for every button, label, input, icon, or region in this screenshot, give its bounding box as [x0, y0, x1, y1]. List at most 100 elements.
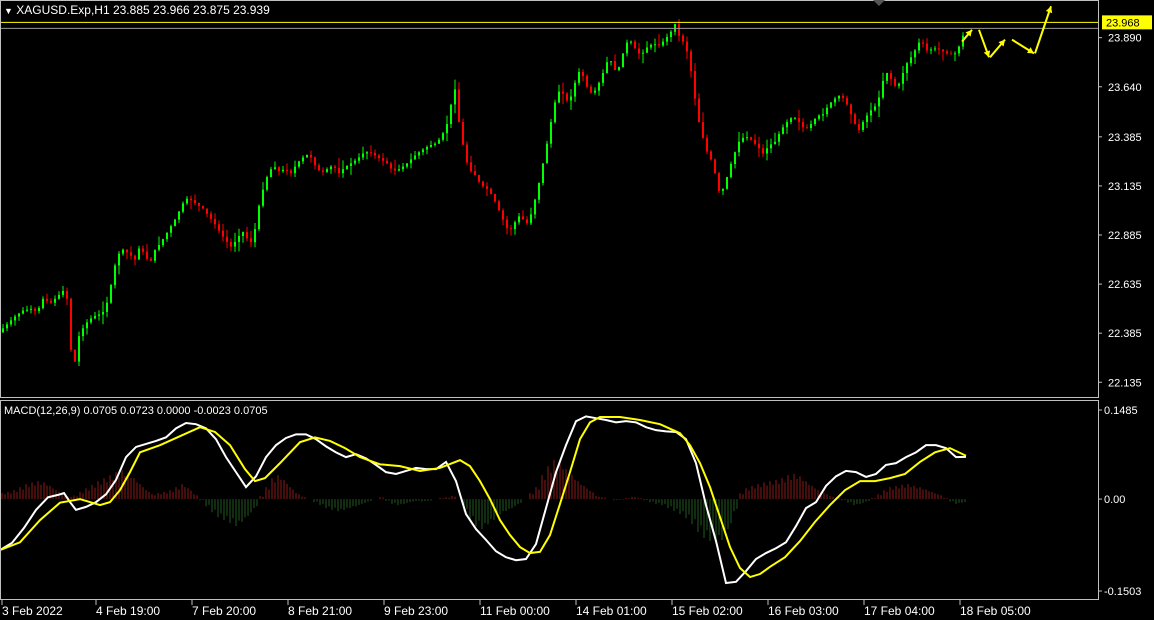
candle-body [486, 186, 488, 189]
candle-body [358, 157, 360, 161]
candle-body [918, 42, 920, 51]
candle-body [42, 298, 44, 308]
candle-body [210, 213, 212, 219]
candle-body [258, 205, 260, 230]
candle-body [286, 169, 288, 171]
candle-body [70, 298, 72, 350]
candle-body [6, 324, 8, 329]
price-tick-label: 23.640 [1108, 82, 1142, 94]
price-panel[interactable] [0, 5, 1098, 366]
time-tick-label: 16 Feb 03:00 [768, 604, 839, 618]
candle-body [558, 91, 560, 103]
candle-body [50, 300, 52, 303]
macd-panel-frame [0, 400, 1099, 600]
candle-body [778, 133, 780, 142]
candle-body [666, 37, 668, 42]
candle-body [278, 167, 280, 172]
candle-body [906, 63, 908, 74]
candle-body [318, 165, 320, 171]
candle-body [442, 133, 444, 140]
candle-body [590, 86, 592, 93]
candle-body [158, 245, 160, 250]
candle-body [466, 144, 468, 163]
candle-body [934, 48, 936, 50]
candle-body [458, 89, 460, 123]
candle-body [214, 218, 216, 225]
candle-body [342, 169, 344, 174]
candle-body [942, 49, 944, 52]
candle-body [530, 214, 532, 224]
candle-body [650, 44, 652, 48]
candle-body [302, 157, 304, 162]
price-tick-label: 23.385 [1108, 132, 1142, 144]
candle-body [406, 163, 408, 167]
candle-body [566, 93, 568, 101]
candle-body [230, 241, 232, 247]
candle-body [246, 232, 248, 239]
macd-panel[interactable] [0, 415, 967, 585]
time-axis[interactable]: 3 Feb 2022 4 Feb 19:00 7 Feb 20:00 8 Feb 21… [1, 600, 1031, 618]
trading-chart[interactable]: 23.890 23.640 23.385 23.135 22.885 22.635 22.3… [0, 0, 1154, 620]
candle-body [434, 143, 436, 146]
candle-body [954, 53, 956, 55]
candle-body [482, 181, 484, 187]
candle-body [462, 122, 464, 145]
candle-body [74, 349, 76, 362]
candle-body [322, 170, 324, 172]
candle-body [314, 157, 316, 166]
candle-body [130, 252, 132, 256]
candle-body [446, 124, 448, 134]
candle-body [290, 170, 292, 174]
candle-body [930, 49, 932, 51]
candle-body [370, 152, 372, 154]
macd-histogram [1, 460, 966, 545]
candle-body [718, 173, 720, 191]
candle-body [870, 110, 872, 116]
candle-body [346, 165, 348, 170]
candle-body [366, 152, 368, 154]
time-tick-label: 4 Feb 19:00 [96, 604, 160, 618]
candle-body [198, 203, 200, 206]
candle-body [526, 219, 528, 224]
price-tick-label: 23.890 [1108, 33, 1142, 45]
candle-body [350, 163, 352, 166]
scroll-marker-icon[interactable] [873, 0, 885, 6]
candle-body [726, 177, 728, 189]
current-price-tag: 23.968 [1102, 15, 1152, 30]
candle-body [914, 50, 916, 58]
candle-body [550, 122, 552, 144]
candle-body [298, 161, 300, 167]
candle-body [770, 144, 772, 149]
candle-body [30, 308, 32, 310]
candle-body [270, 169, 272, 178]
candle-body [886, 73, 888, 81]
candle-body [846, 97, 848, 105]
candle-body [738, 141, 740, 153]
candle-body [274, 167, 276, 170]
candle-body [622, 53, 624, 68]
candle-body [14, 316, 16, 321]
candle-body [282, 169, 284, 172]
candle-body [878, 97, 880, 107]
triangle-down-icon[interactable]: ▼ [4, 6, 13, 16]
candle-body [450, 104, 452, 125]
candle-body [294, 166, 296, 174]
candle-body [142, 248, 144, 252]
price-axis[interactable]: 23.890 23.640 23.385 23.135 22.885 22.635 22.3… [1098, 33, 1142, 390]
candle-body [706, 137, 708, 152]
candle-body [958, 46, 960, 54]
candle-body [58, 294, 60, 299]
candle-body [94, 315, 96, 319]
chart-header[interactable]: ▼ XAGUSD.Exp,H1 23.885 23.966 23.875 23.… [4, 3, 270, 17]
candle-body [790, 118, 792, 123]
candle-body [586, 75, 588, 87]
macd-axis[interactable]: 0.1485 0.00 -0.1503 [1098, 405, 1141, 598]
candle-body [150, 258, 152, 261]
candle-body [374, 152, 376, 156]
candle-body [894, 78, 896, 86]
candle-body [690, 51, 692, 72]
candle-body [182, 203, 184, 212]
candle-body [334, 166, 336, 168]
candle-body [686, 41, 688, 52]
candle-body [890, 73, 892, 79]
